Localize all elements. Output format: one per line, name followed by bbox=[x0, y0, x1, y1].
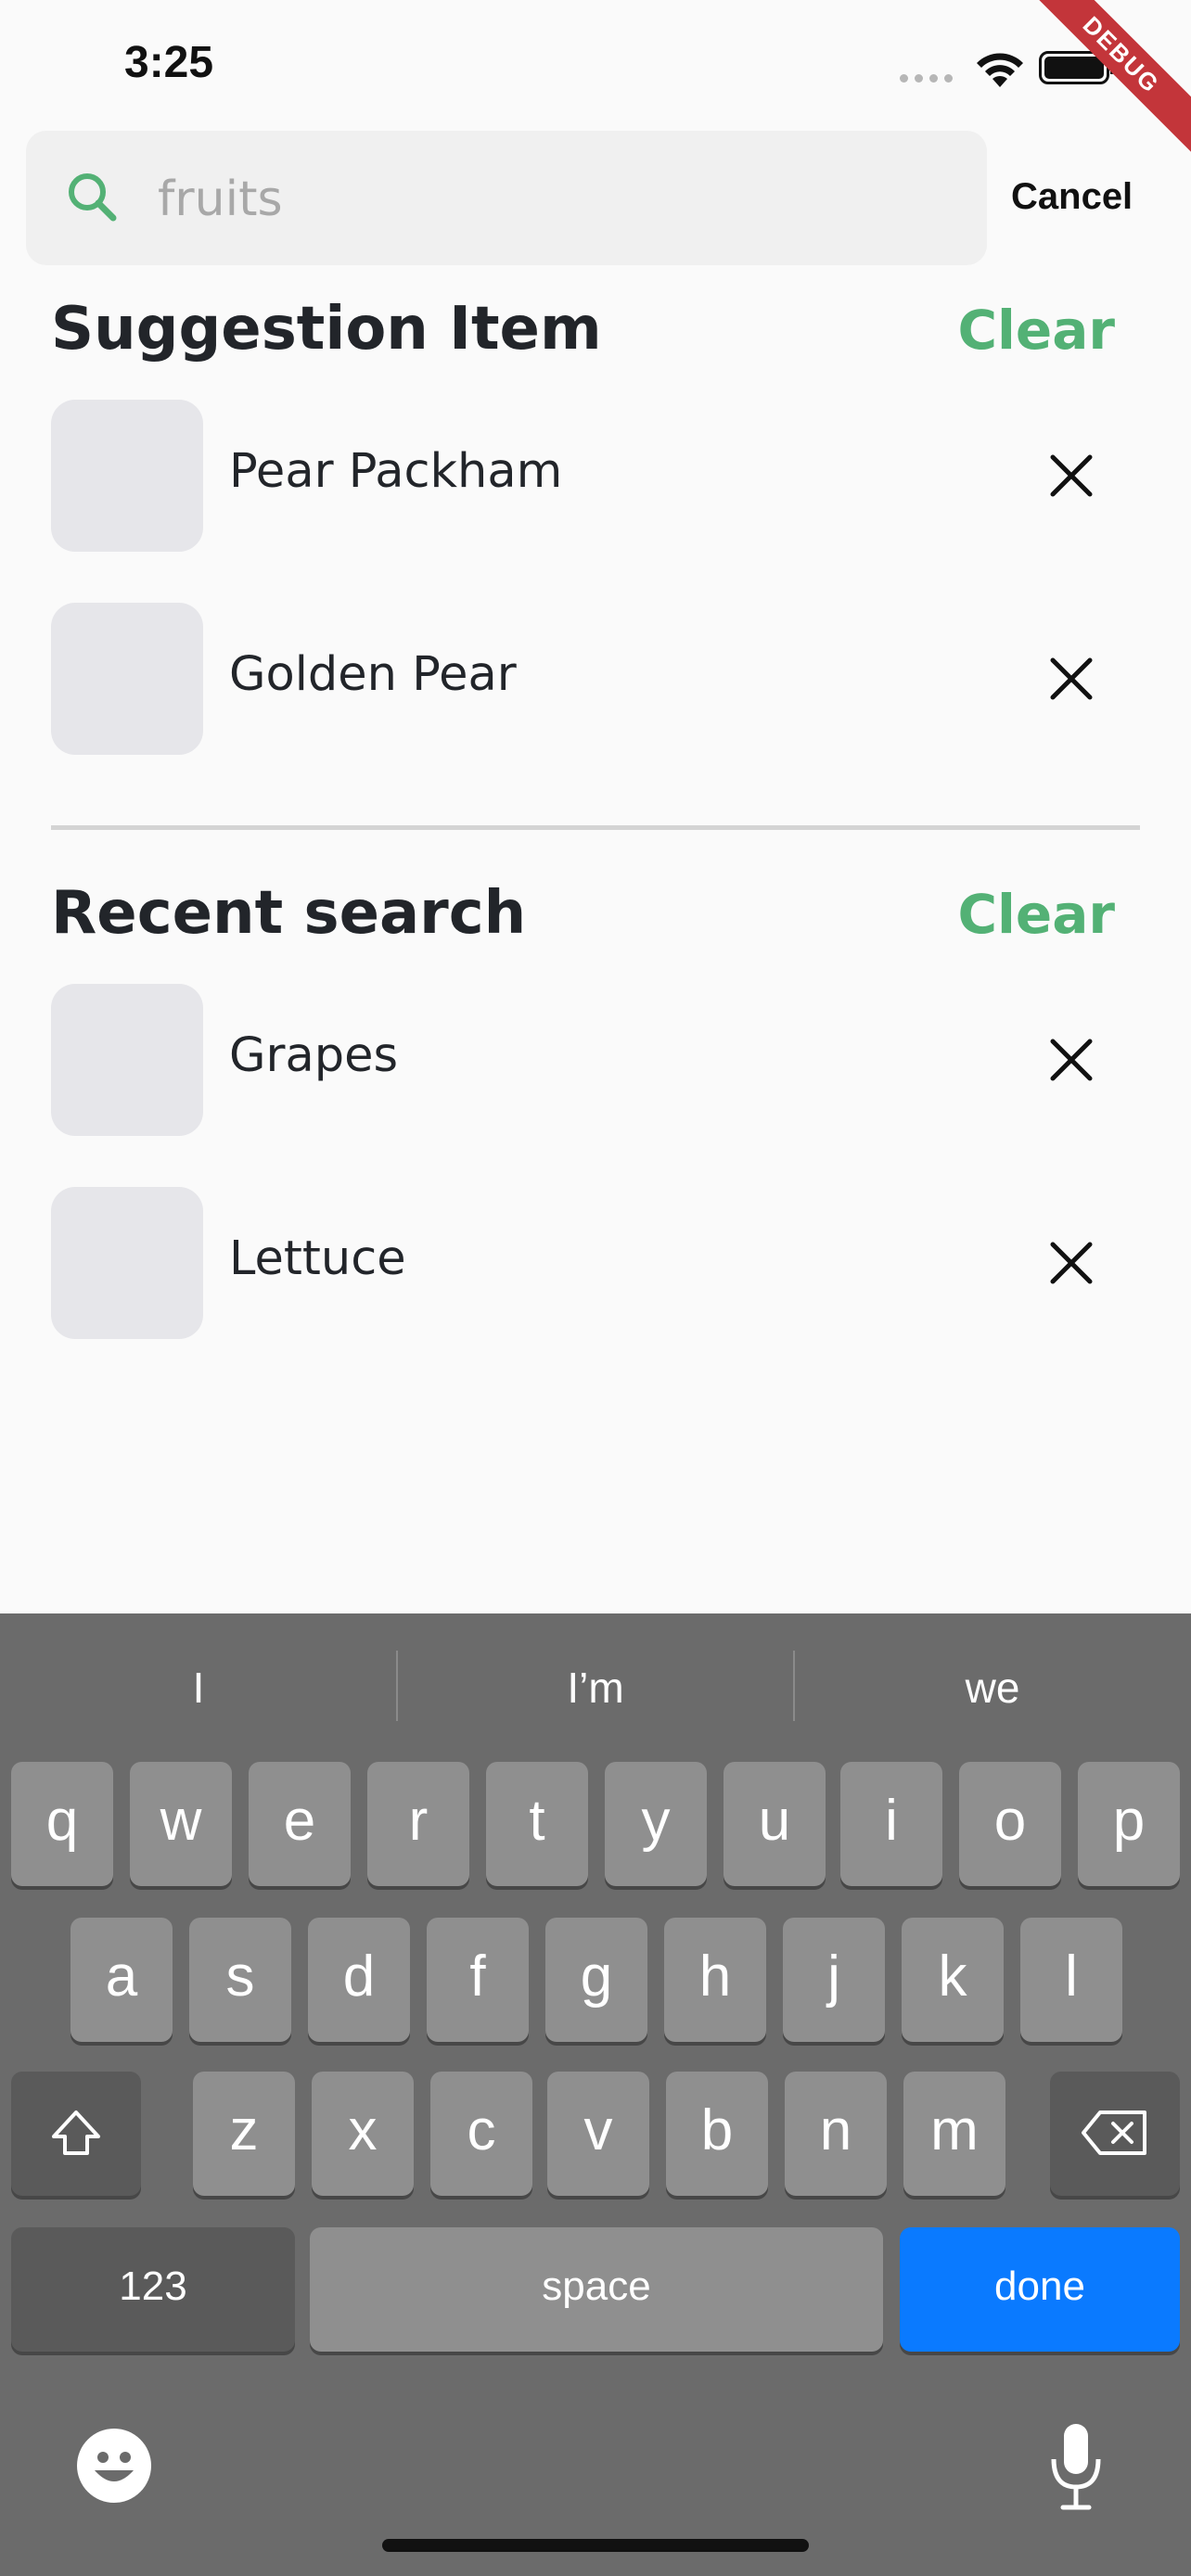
clear-recent-button[interactable]: Clear bbox=[957, 883, 1115, 946]
key-t[interactable]: t bbox=[486, 1762, 588, 1886]
item-thumbnail bbox=[51, 1187, 203, 1339]
emoji-icon[interactable] bbox=[76, 2428, 152, 2504]
key-d[interactable]: d bbox=[308, 1918, 410, 2042]
close-icon[interactable] bbox=[1045, 1034, 1097, 1086]
item-label: Golden Pear bbox=[229, 647, 517, 702]
done-key[interactable]: done bbox=[900, 2227, 1180, 2352]
backspace-icon bbox=[1082, 2111, 1146, 2155]
cancel-button[interactable]: Cancel bbox=[1011, 176, 1133, 218]
key-u[interactable]: u bbox=[724, 1762, 826, 1886]
recent-item[interactable]: Grapes bbox=[51, 984, 1146, 1136]
key-i[interactable]: i bbox=[840, 1762, 942, 1886]
close-icon[interactable] bbox=[1045, 450, 1097, 502]
item-thumbnail bbox=[51, 984, 203, 1136]
key-q[interactable]: q bbox=[11, 1762, 113, 1886]
search-input[interactable] bbox=[156, 159, 957, 240]
key-e[interactable]: e bbox=[249, 1762, 351, 1886]
backspace-key[interactable] bbox=[1050, 2072, 1180, 2196]
key-o[interactable]: o bbox=[959, 1762, 1061, 1886]
item-thumbnail bbox=[51, 603, 203, 755]
keyboard-suggestion[interactable]: we bbox=[794, 1613, 1191, 1762]
item-label: Lettuce bbox=[229, 1231, 406, 1286]
key-r[interactable]: r bbox=[367, 1762, 469, 1886]
key-y[interactable]: y bbox=[605, 1762, 707, 1886]
key-b[interactable]: b bbox=[666, 2072, 768, 2196]
suggestion-item[interactable]: Golden Pear bbox=[51, 603, 1146, 755]
recent-section-title: Recent search bbox=[51, 879, 527, 948]
key-h[interactable]: h bbox=[664, 1918, 766, 2042]
item-label: Pear Packham bbox=[229, 444, 563, 499]
key-n[interactable]: n bbox=[785, 2072, 887, 2196]
key-v[interactable]: v bbox=[547, 2072, 649, 2196]
suggestion-section-title: Suggestion Item bbox=[51, 295, 602, 363]
key-a[interactable]: a bbox=[70, 1918, 173, 2042]
key-k[interactable]: k bbox=[902, 1918, 1004, 2042]
suggestion-item[interactable]: Pear Packham bbox=[51, 400, 1146, 552]
key-z[interactable]: z bbox=[193, 2072, 295, 2196]
search-icon bbox=[69, 173, 117, 222]
key-l[interactable]: l bbox=[1020, 1918, 1122, 2042]
status-bar: 3:25 bbox=[0, 0, 1191, 130]
keyboard-suggestion[interactable]: I’m bbox=[397, 1613, 794, 1762]
microphone-icon[interactable] bbox=[1048, 2420, 1104, 2513]
wifi-icon bbox=[977, 53, 1023, 87]
key-f[interactable]: f bbox=[427, 1918, 529, 2042]
shift-key[interactable] bbox=[11, 2072, 141, 2196]
numbers-key[interactable]: 123 bbox=[11, 2227, 295, 2352]
section-divider bbox=[51, 825, 1140, 830]
key-w[interactable]: w bbox=[130, 1762, 232, 1886]
home-indicator[interactable] bbox=[382, 2539, 809, 2552]
space-key[interactable]: space bbox=[310, 2227, 883, 2352]
keyboard: I I’m we q w e r t y u i o p a s d f g h… bbox=[0, 1613, 1191, 2576]
key-m[interactable]: m bbox=[903, 2072, 1005, 2196]
close-icon[interactable] bbox=[1045, 1237, 1097, 1289]
signal-icon bbox=[900, 74, 953, 83]
key-s[interactable]: s bbox=[189, 1918, 291, 2042]
status-time: 3:25 bbox=[124, 38, 214, 87]
key-x[interactable]: x bbox=[312, 2072, 414, 2196]
shift-icon bbox=[52, 2111, 100, 2155]
item-thumbnail bbox=[51, 400, 203, 552]
close-icon[interactable] bbox=[1045, 653, 1097, 705]
keyboard-suggestion[interactable]: I bbox=[0, 1613, 397, 1762]
key-c[interactable]: c bbox=[430, 2072, 532, 2196]
key-g[interactable]: g bbox=[545, 1918, 647, 2042]
key-j[interactable]: j bbox=[783, 1918, 885, 2042]
key-p[interactable]: p bbox=[1078, 1762, 1180, 1886]
search-bar[interactable] bbox=[26, 131, 987, 265]
clear-suggestions-button[interactable]: Clear bbox=[957, 299, 1115, 362]
item-label: Grapes bbox=[229, 1028, 399, 1083]
recent-item[interactable]: Lettuce bbox=[51, 1187, 1146, 1339]
